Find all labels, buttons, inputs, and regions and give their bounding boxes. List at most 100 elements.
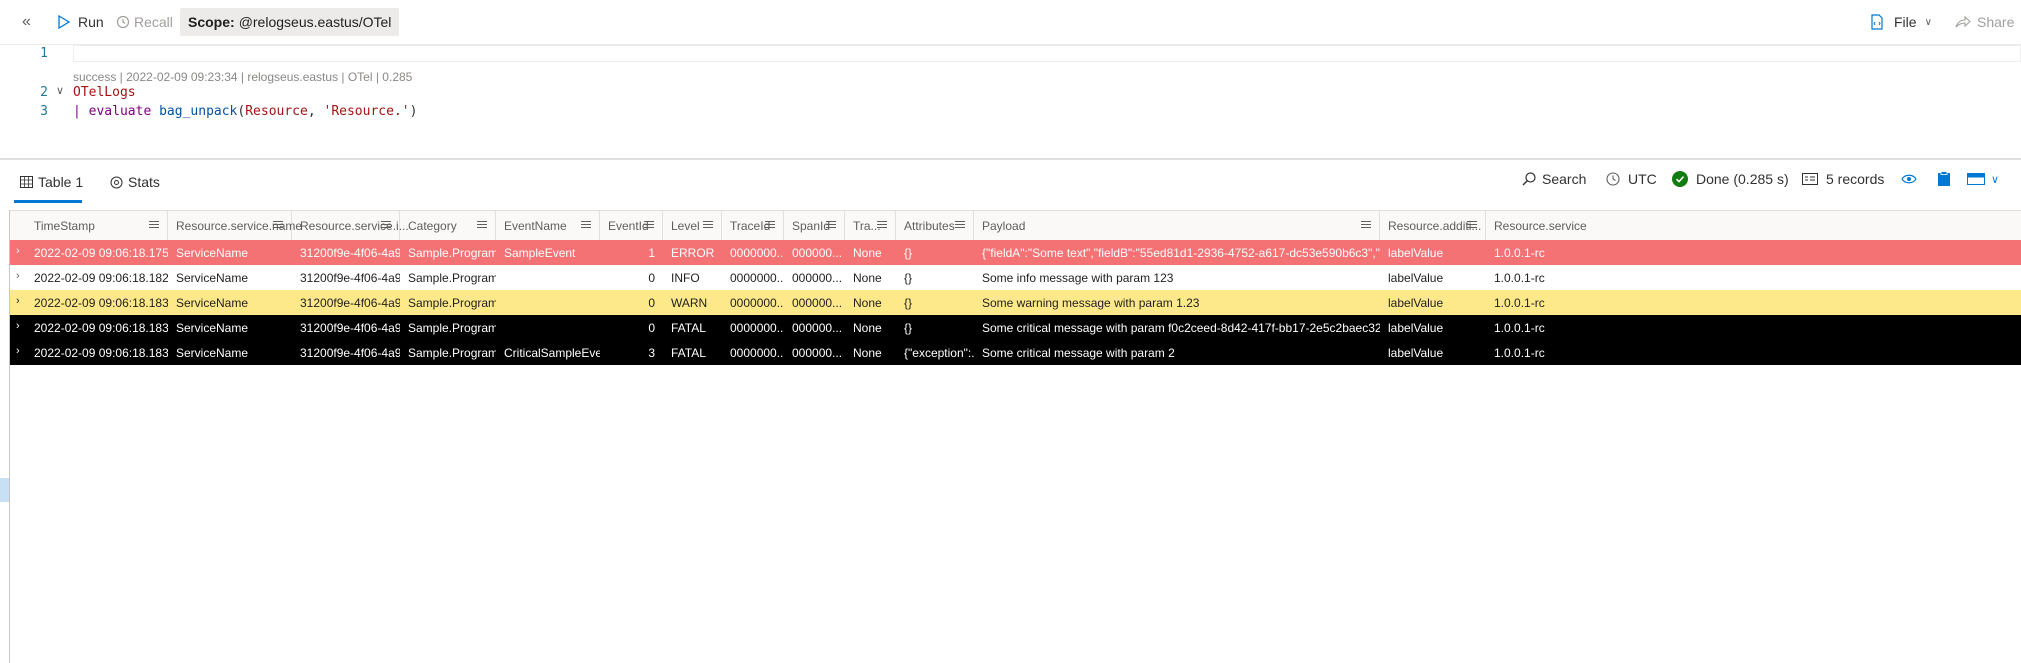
search-button[interactable]: Search (1522, 160, 1586, 198)
collapse-panel-button[interactable]: « (22, 0, 31, 44)
table-cell: 2022-02-09 09:06:18.1830 (34, 345, 168, 360)
table-row[interactable]: › 2022-02-09 09:06:18.1830 ServiceName 3120… (10, 290, 2021, 315)
column-header-label: Resource.service.name (176, 218, 303, 233)
table-cell: labelValue (1388, 295, 1444, 310)
panel-layout-icon (1967, 173, 1985, 185)
column-header[interactable]: TimeStamp (26, 211, 168, 240)
expand-row-chevron-icon[interactable]: › (16, 345, 26, 357)
table-cell: 31200f9e-4f06-4a9e-b... (300, 320, 400, 335)
table-cell: 1.0.0.1-rc (1494, 295, 1545, 310)
column-header[interactable]: Resource.service.i... (292, 211, 409, 240)
table-row[interactable]: › 2022-02-09 09:06:18.1830 ServiceName 3120… (10, 315, 2021, 340)
column-menu-icon[interactable] (1467, 219, 1477, 231)
table-cell: 31200f9e-4f06-4a9e-b... (300, 295, 400, 310)
table-cell: 0000000... (730, 245, 784, 260)
results-grid[interactable]: TimeStamp Resource.service.name Resource.s… (9, 210, 2021, 663)
table-cell (496, 290, 600, 315)
expand-row-chevron-icon[interactable]: › (16, 245, 26, 257)
file-menu-button[interactable]: File ∨ (1870, 0, 1932, 44)
sep-token: , (307, 104, 324, 119)
table-cell: None (853, 270, 882, 285)
column-header-label: Level (671, 218, 700, 233)
column-header[interactable]: Payload (974, 211, 1380, 240)
table-cell: labelValue (1388, 345, 1444, 360)
column-header[interactable]: Resource.additi... (1380, 211, 1486, 240)
table-cell: 2022-02-09 09:06:18.1750 (34, 245, 168, 260)
run-button[interactable]: Run (58, 0, 104, 44)
table-cell: {} (904, 320, 913, 335)
column-header-label: TimeStamp (34, 218, 95, 233)
column-header[interactable]: Resource.service.name (168, 211, 302, 240)
selection-strip (0, 478, 9, 502)
timezone-button[interactable]: UTC (1606, 160, 1657, 198)
table-cell: Sample.Program (408, 295, 496, 310)
table-cell: {} (904, 245, 913, 260)
column-menu-icon[interactable] (877, 219, 887, 231)
visibility-toggle[interactable] (1901, 160, 1917, 198)
table-cell: None (853, 320, 882, 335)
table-cell: 0 (648, 295, 655, 310)
recall-button[interactable]: Recall (116, 0, 173, 44)
column-menu-icon[interactable] (273, 219, 283, 231)
table-cell: Sample.Program (408, 270, 496, 285)
table-cell: 0 (648, 270, 655, 285)
expand-row-chevron-icon[interactable]: › (16, 320, 26, 332)
query-toolbar: « Run Recall Scope: @relogseus.eastus/OT… (0, 0, 2021, 44)
records-icon (1802, 173, 1818, 185)
table-cell: 0000000... (730, 320, 784, 335)
table-row[interactable]: › 2022-02-09 09:06:18.1820 ServiceName 3120… (10, 265, 2021, 291)
column-menu-icon[interactable] (149, 219, 159, 231)
column-header[interactable]: Attributes (896, 211, 974, 240)
column-menu-icon[interactable] (703, 219, 713, 231)
column-header[interactable]: Resource.service (1486, 211, 1626, 240)
table-cell (496, 265, 600, 290)
table-cell: {} (904, 270, 913, 285)
table-cell: ServiceName (176, 295, 249, 310)
table-cell: FATAL (671, 345, 706, 360)
table-cell: 0000000... (730, 345, 784, 360)
table-cell: ServiceName (176, 345, 249, 360)
column-menu-icon[interactable] (477, 219, 487, 231)
table-cell (496, 315, 600, 340)
column-header-label: Category (408, 218, 457, 233)
eye-icon (1901, 174, 1917, 184)
column-menu-icon[interactable] (955, 219, 965, 231)
layout-menu-button[interactable]: ∨ (1967, 160, 1999, 198)
current-line-highlight (73, 45, 2021, 62)
table-cell: 3 (648, 345, 655, 360)
timezone-label: UTC (1628, 171, 1657, 187)
search-icon (1522, 172, 1536, 186)
column-menu-icon[interactable] (826, 219, 836, 231)
tab-label: Stats (128, 174, 160, 190)
query-editor[interactable]: 1 success | 2022-02-09 09:23:34 | relogs… (0, 44, 2021, 159)
column-menu-icon[interactable] (644, 219, 654, 231)
fold-chevron-icon[interactable]: ∨ (56, 84, 64, 97)
code-line-3: | evaluate bag_unpack(Resource, 'Resourc… (73, 104, 417, 119)
column-header[interactable]: SpanId (784, 211, 845, 240)
column-header[interactable]: Tra... (845, 211, 896, 240)
query-result-meta: success | 2022-02-09 09:23:34 | relogseu… (73, 70, 413, 84)
share-label: Share (1977, 14, 2015, 30)
column-menu-icon[interactable] (1361, 219, 1371, 231)
column-header[interactable]: TraceId (722, 211, 784, 240)
tab-stats[interactable]: Stats (110, 160, 160, 204)
scope-selector[interactable]: Scope: @relogseus.eastus/OTel (180, 8, 400, 36)
column-menu-icon[interactable] (381, 219, 391, 231)
table-cell: 000000... (792, 245, 843, 260)
column-header[interactable]: EventName (496, 211, 600, 240)
play-icon (58, 15, 70, 29)
copy-button[interactable] (1937, 160, 1951, 198)
table-row[interactable]: › 2022-02-09 09:06:18.1750 ServiceName 3120… (10, 240, 2021, 265)
tab-table-1[interactable]: Table 1 (20, 160, 83, 204)
expand-row-chevron-icon[interactable]: › (16, 270, 26, 282)
share-menu-button[interactable]: Share (1955, 0, 2014, 44)
expand-row-chevron-icon[interactable]: › (16, 295, 26, 307)
table-cell: None (853, 245, 882, 260)
column-menu-icon[interactable] (581, 219, 591, 231)
column-header[interactable]: EventId (600, 211, 663, 240)
column-header[interactable]: Level (663, 211, 722, 240)
table-row[interactable]: › 2022-02-09 09:06:18.1830 ServiceName 3120… (10, 340, 2021, 365)
column-menu-icon[interactable] (765, 219, 775, 231)
column-header[interactable]: Category (400, 211, 496, 240)
column-header-label: Resource.service (1494, 218, 1587, 233)
